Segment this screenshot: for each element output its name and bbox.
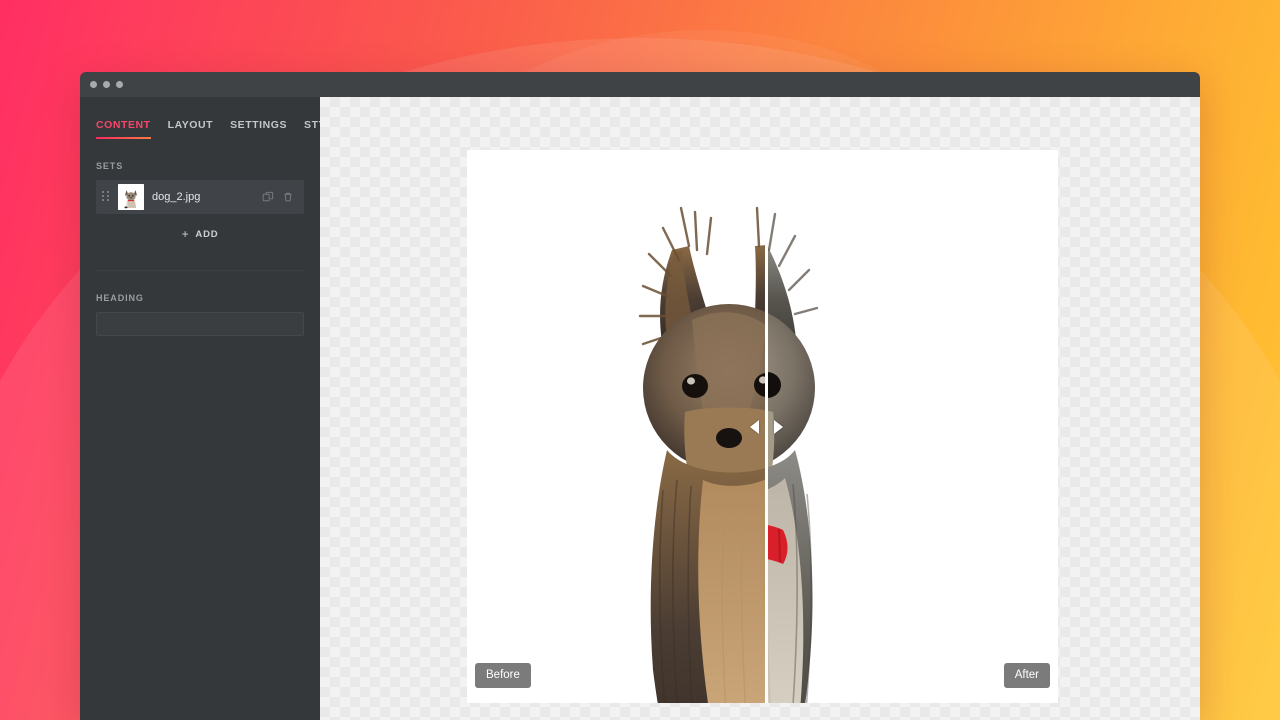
triangle-right-icon: [774, 419, 783, 434]
sidebar-tab-bar: CONTENT LAYOUT SETTINGS STYLE: [80, 97, 340, 139]
window-minimize-button[interactable]: [103, 81, 110, 88]
tab-settings[interactable]: SETTINGS: [230, 119, 287, 139]
preview-canvas: Before After: [320, 97, 1200, 720]
window-close-button[interactable]: [90, 81, 97, 88]
heading-section-label: HEADING: [96, 293, 144, 303]
triangle-left-icon: [750, 419, 759, 434]
window-title-bar: [80, 72, 1200, 97]
list-item[interactable]: dog_2.jpg: [96, 180, 304, 214]
slider-handle[interactable]: [750, 416, 783, 438]
plus-icon: +: [181, 227, 190, 241]
set-thumbnail: [118, 184, 144, 210]
add-set-button[interactable]: + ADD: [96, 220, 304, 248]
after-label-badge: After: [1003, 662, 1050, 688]
window-body: CONTENT LAYOUT SETTINGS STYLE SETS: [80, 97, 1200, 720]
sidebar-divider: [96, 270, 304, 271]
add-set-label: ADD: [195, 228, 219, 240]
editor-sidebar: CONTENT LAYOUT SETTINGS STYLE SETS: [80, 97, 340, 720]
tab-layout-label: LAYOUT: [167, 119, 214, 131]
before-label-badge: Before: [475, 662, 531, 688]
tab-layout[interactable]: LAYOUT: [168, 119, 214, 139]
before-dog-image: [467, 150, 765, 703]
app-window: CONTENT LAYOUT SETTINGS STYLE SETS: [80, 72, 1200, 720]
tab-settings-label: SETTINGS: [230, 119, 288, 131]
sets-list: dog_2.jpg + ADD: [80, 180, 320, 248]
tab-content-label: CONTENT: [96, 119, 151, 131]
desktop-background: CONTENT LAYOUT SETTINGS STYLE SETS: [0, 0, 1280, 720]
tab-content[interactable]: CONTENT: [96, 119, 151, 139]
set-filename: dog_2.jpg: [152, 191, 201, 203]
sets-section-label: SETS: [96, 161, 124, 171]
before-after-slider[interactable]: Before After: [467, 150, 1058, 703]
window-maximize-button[interactable]: [116, 81, 123, 88]
drag-dots-icon[interactable]: [102, 191, 110, 203]
after-image-half: [768, 150, 1058, 703]
duplicate-icon[interactable]: [262, 191, 274, 203]
before-image-half: [467, 150, 765, 703]
after-dog-image: [768, 150, 1058, 703]
trash-icon[interactable]: [282, 191, 294, 203]
heading-input[interactable]: [96, 312, 304, 336]
